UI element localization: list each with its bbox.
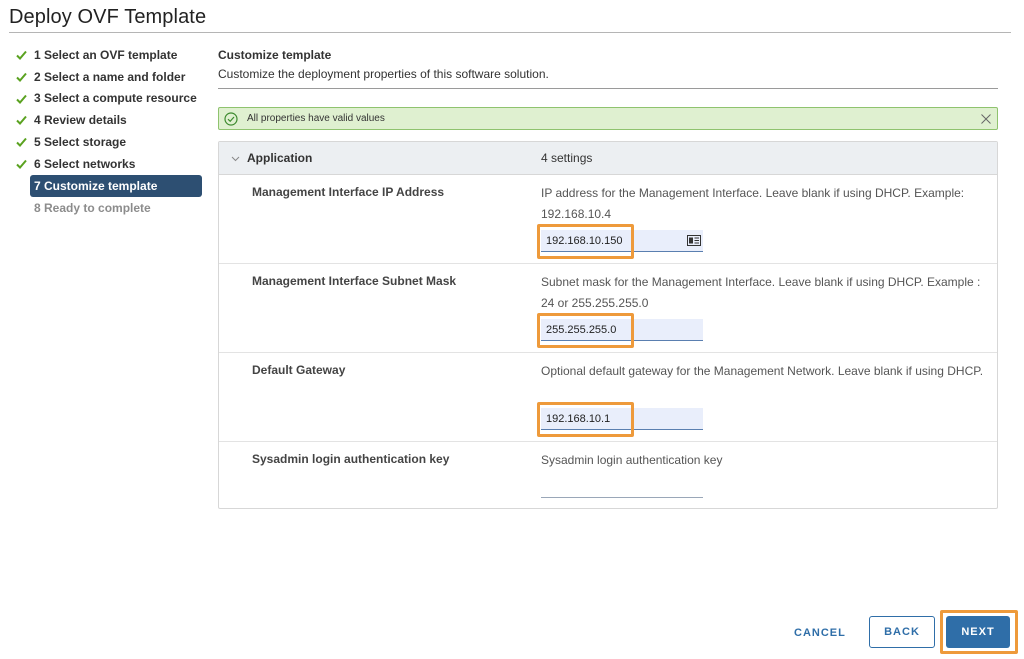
step-review-details[interactable]: 4 Review details <box>14 109 204 131</box>
ip-address-input[interactable]: 192.168.10.150 <box>541 230 703 252</box>
check-icon <box>16 138 27 148</box>
property-row-default-gateway: Default Gateway Optional default gateway… <box>219 353 997 442</box>
sysadmin-key-input[interactable] <box>541 476 703 498</box>
validation-alert: All properties have valid values <box>218 107 998 130</box>
check-circle-icon <box>224 111 238 126</box>
step-select-networks[interactable]: 6 Select networks <box>14 153 204 175</box>
ip-address-value: 192.168.10.150 <box>546 234 623 247</box>
step-label: 6 Select networks <box>34 156 136 171</box>
step-label: 8 Ready to complete <box>34 200 151 215</box>
section-title: Customize template <box>218 48 332 62</box>
default-gateway-value: 192.168.10.1 <box>546 412 611 425</box>
check-icon <box>16 159 27 169</box>
group-name: Application <box>247 151 313 165</box>
section-divider <box>218 88 998 89</box>
back-button[interactable]: BACK <box>869 616 935 648</box>
step-label: 5 Select storage <box>34 135 127 150</box>
step-select-storage[interactable]: 5 Select storage <box>14 131 204 153</box>
next-button[interactable]: NEXT <box>946 616 1010 648</box>
step-select-ovf-template[interactable]: 1 Select an OVF template <box>14 44 204 66</box>
step-label: 2 Select a name and folder <box>34 69 186 84</box>
check-icon <box>16 50 27 60</box>
property-description: IP address for the Management Interface.… <box>541 186 965 221</box>
group-header-application[interactable]: Application 4 settings <box>219 142 997 175</box>
subnet-mask-value: 255.255.255.0 <box>546 323 617 336</box>
wizard-steps: 1 Select an OVF template 2 Select a name… <box>14 44 204 219</box>
property-description: Subnet mask for the Management Interface… <box>541 275 981 310</box>
close-icon[interactable] <box>980 113 992 125</box>
alert-message: All properties have valid values <box>247 113 385 124</box>
step-label: 7 Customize template <box>34 178 158 193</box>
check-icon <box>16 72 27 82</box>
section-subtitle: Customize the deployment properties of t… <box>218 67 549 81</box>
property-row-subnet-mask: Management Interface Subnet Mask Subnet … <box>219 264 997 353</box>
property-description: Optional default gateway for the Managem… <box>541 364 984 378</box>
property-label: Management Interface IP Address <box>252 185 445 199</box>
step-select-name-folder[interactable]: 2 Select a name and folder <box>14 66 204 88</box>
property-label: Sysadmin login authentication key <box>252 452 450 466</box>
title-divider <box>9 32 1011 33</box>
step-label: 4 Review details <box>34 113 127 128</box>
property-label: Management Interface Subnet Mask <box>252 274 457 288</box>
check-icon <box>16 116 27 126</box>
property-label: Default Gateway <box>252 363 346 377</box>
subnet-mask-input[interactable]: 255.255.255.0 <box>541 319 703 341</box>
step-ready-to-complete: 8 Ready to complete <box>30 197 204 219</box>
address-card-icon[interactable] <box>687 235 701 246</box>
step-customize-template[interactable]: 7 Customize template <box>30 174 202 197</box>
cancel-button[interactable]: CANCEL <box>794 627 846 639</box>
properties-table: Application 4 settings Management Interf… <box>218 141 998 509</box>
step-select-compute-resource[interactable]: 3 Select a compute resource <box>14 88 204 110</box>
property-row-sysadmin-key: Sysadmin login authentication key Sysadm… <box>219 442 997 508</box>
step-label: 3 Select a compute resource <box>34 91 197 106</box>
property-row-ip-address: Management Interface IP Address IP addre… <box>219 175 997 264</box>
check-icon <box>16 94 27 104</box>
settings-count: 4 settings <box>541 151 593 165</box>
default-gateway-input[interactable]: 192.168.10.1 <box>541 408 703 430</box>
chevron-down-icon[interactable] <box>231 154 240 163</box>
property-description: Sysadmin login authentication key <box>541 453 723 467</box>
window-title: Deploy OVF Template <box>9 6 207 28</box>
step-label: 1 Select an OVF template <box>34 47 178 62</box>
customize-template-panel: Customize template Customize the deploym… <box>218 48 998 509</box>
